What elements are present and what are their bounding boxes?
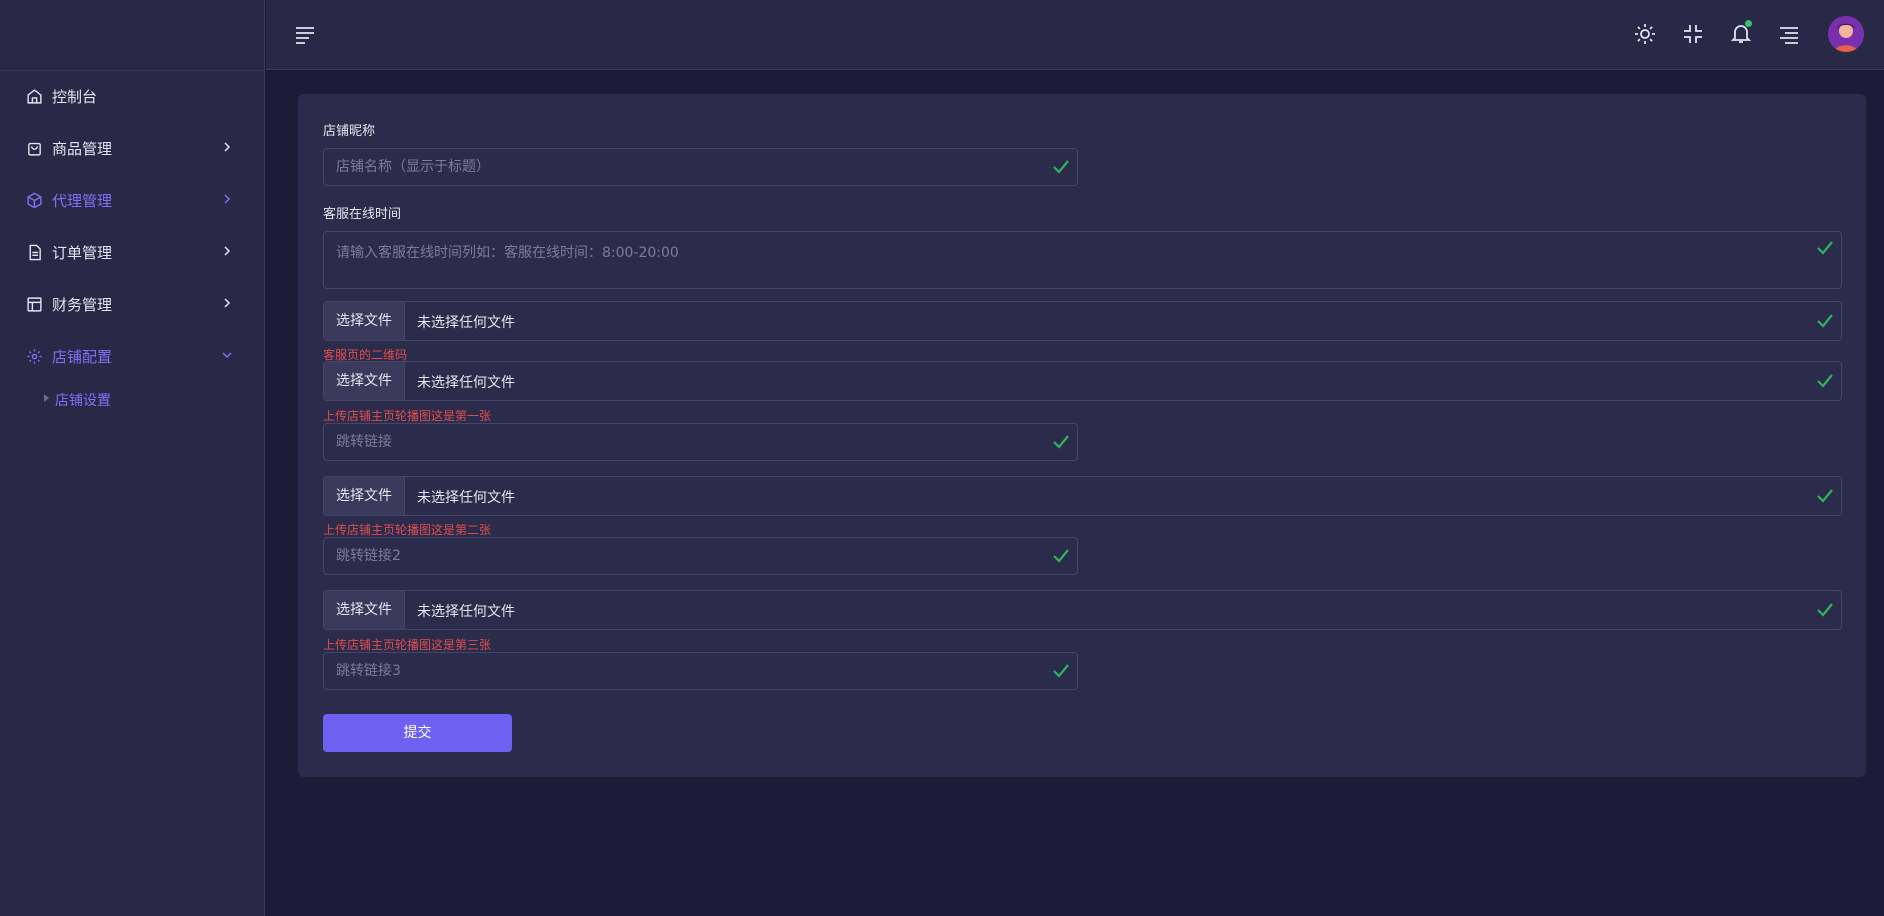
sidebar-item-label: 财务管理 (52, 296, 113, 314)
check-icon (1817, 603, 1833, 617)
service-time-textarea[interactable] (324, 232, 1841, 288)
file-name-text: 未选择任何文件 (417, 604, 515, 620)
check-icon (1817, 241, 1833, 255)
shop-name-label: 店铺昵称 (323, 124, 376, 139)
sidebar-item-label: 商品管理 (52, 140, 113, 158)
sidebar-brand (0, 0, 264, 71)
check-icon (1053, 664, 1069, 678)
sidebar-item-label: 店铺配置 (52, 348, 113, 366)
caret-right-icon (44, 394, 49, 402)
check-icon (1817, 489, 1833, 503)
link3-input[interactable] (324, 653, 1077, 689)
file-name-text: 未选择任何文件 (417, 375, 515, 391)
check-icon (1053, 549, 1069, 563)
chevron-right-icon (224, 142, 231, 152)
banner1-hint: 上传店铺主页轮播图这是第一张 (323, 409, 492, 423)
home-icon (27, 89, 42, 104)
banner3-hint: 上传店铺主页轮播图这是第三张 (323, 638, 492, 652)
file-name-text: 未选择任何文件 (417, 315, 515, 331)
service-time-label: 客服在线时间 (323, 207, 402, 222)
cube-icon (27, 192, 42, 209)
layout-icon (27, 297, 42, 312)
banner2-file-input[interactable]: 选择文件 未选择任何文件 (323, 476, 1842, 516)
choose-file-button[interactable]: 选择文件 (324, 591, 405, 629)
shop-name-field[interactable] (323, 148, 1078, 186)
chevron-right-icon (224, 246, 231, 256)
sidebar-item-label: 控制台 (52, 88, 98, 106)
choose-file-button[interactable]: 选择文件 (324, 362, 405, 400)
qr-file-input[interactable]: 选择文件 未选择任何文件 (323, 301, 1842, 341)
notification-dot (1745, 20, 1752, 27)
sidebar: 控制台 商品管理 代理管理 订单管理 财务管理 店铺配置 店铺设置 (0, 0, 265, 916)
link2-field[interactable] (323, 537, 1078, 575)
sidebar-subitem-label: 店铺设置 (55, 393, 111, 409)
sidebar-item-label: 订单管理 (52, 244, 113, 262)
chevron-down-icon (222, 352, 232, 359)
service-time-field[interactable] (323, 231, 1842, 289)
sidebar-item-agents[interactable]: 代理管理 (0, 180, 265, 220)
check-icon (1817, 374, 1833, 388)
bag-icon (28, 142, 41, 156)
check-icon (1053, 435, 1069, 449)
choose-file-button[interactable]: 选择文件 (324, 302, 405, 340)
link1-input[interactable] (324, 424, 1077, 460)
sidebar-subitem-shop-settings[interactable]: 店铺设置 (0, 384, 265, 414)
sidebar-item-dashboard[interactable]: 控制台 (0, 76, 265, 116)
sidebar-item-label: 代理管理 (52, 192, 113, 210)
banner1-file-input[interactable]: 选择文件 未选择任何文件 (323, 361, 1842, 401)
document-icon (29, 244, 41, 261)
avatar[interactable] (1828, 16, 1864, 52)
banner2-hint: 上传店铺主页轮播图这是第二张 (323, 523, 492, 537)
sun-icon[interactable] (1634, 23, 1656, 45)
check-icon (1817, 314, 1833, 328)
sidebar-item-shop-config[interactable]: 店铺配置 (0, 336, 265, 376)
chevron-right-icon (224, 298, 231, 308)
check-icon (1053, 160, 1069, 174)
banner3-file-input[interactable]: 选择文件 未选择任何文件 (323, 590, 1842, 630)
submit-button[interactable]: 提交 (323, 714, 512, 752)
compress-icon[interactable] (1682, 23, 1704, 45)
link3-field[interactable] (323, 652, 1078, 690)
shop-name-input[interactable] (324, 149, 1077, 185)
menu-icon[interactable] (294, 23, 316, 45)
sidebar-item-products[interactable]: 商品管理 (0, 128, 265, 168)
sidebar-item-finance[interactable]: 财务管理 (0, 284, 265, 324)
link2-input[interactable] (324, 538, 1077, 574)
menu-right-icon[interactable] (1778, 23, 1800, 45)
gear-icon (27, 349, 42, 364)
link1-field[interactable] (323, 423, 1078, 461)
chevron-right-icon (224, 194, 231, 204)
choose-file-button[interactable]: 选择文件 (324, 477, 405, 515)
file-name-text: 未选择任何文件 (417, 490, 515, 506)
avatar-icon (1828, 16, 1864, 52)
sidebar-item-orders[interactable]: 订单管理 (0, 232, 265, 272)
